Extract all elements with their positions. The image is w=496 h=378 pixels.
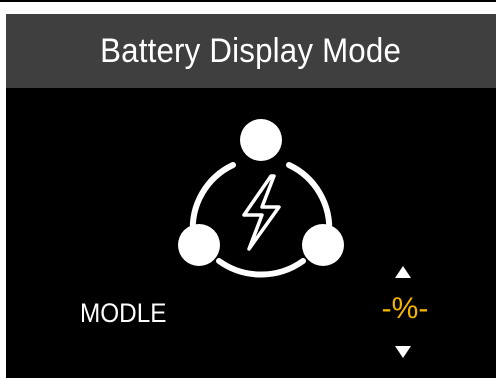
mode-value-selector[interactable]: -%-: [368, 258, 458, 368]
title-bar: Battery Display Mode: [6, 14, 496, 88]
triangle-up-icon[interactable]: [395, 266, 411, 278]
top-border: [0, 0, 496, 2]
device-frame: Battery Display Mode MODLE -%-: [0, 0, 496, 378]
battery-mode-cycle-lightning-icon: [178, 119, 344, 278]
display-screen: Battery Display Mode MODLE -%-: [6, 14, 496, 378]
mode-label: MODLE: [80, 298, 167, 328]
mode-value[interactable]: -%-: [368, 292, 442, 326]
triangle-down-icon[interactable]: [395, 346, 411, 358]
page-title: Battery Display Mode: [100, 31, 402, 70]
